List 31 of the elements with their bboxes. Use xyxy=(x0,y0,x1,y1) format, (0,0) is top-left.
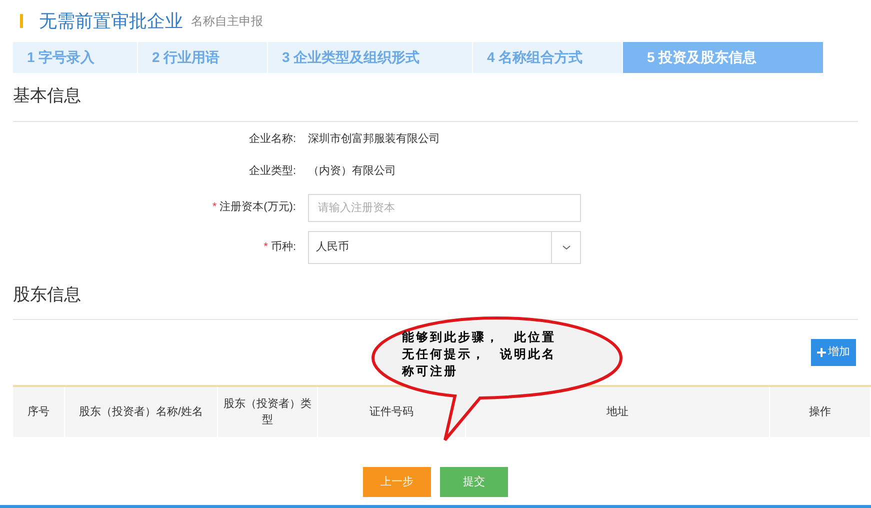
section-title: 股东信息 xyxy=(13,284,82,306)
field-label: 企业类型: xyxy=(248,165,296,178)
step-tab[interactable]: 1 字号录入 xyxy=(13,42,138,73)
callout-text: 能够到此步骤， 此位置无任何提示， 说明此名称可注册 xyxy=(402,329,557,380)
column-header: 序号 xyxy=(28,404,50,420)
page-subtitle: 名称自主申报 xyxy=(191,13,263,30)
field-label: 币种: xyxy=(270,241,296,254)
section-title: 基本信息 xyxy=(13,85,82,107)
step-tab[interactable]: 3 企业类型及组织形式 xyxy=(268,42,473,73)
column-header: 股东（投资者）类型 xyxy=(222,396,312,428)
field-label: 企业名称: xyxy=(248,133,296,146)
back-button[interactable]: 上一步 xyxy=(363,467,431,497)
field-value: 深圳市创富邦服装有限公司 xyxy=(308,132,440,148)
select-field[interactable]: 人民币 xyxy=(308,231,581,264)
column-header: 证件号码 xyxy=(370,404,414,420)
input-field[interactable]: 请输入注册资本 xyxy=(308,194,581,222)
add-button[interactable]: 增加 xyxy=(811,339,856,366)
submit-button[interactable]: 提交 xyxy=(440,467,508,497)
column-header: 操作 xyxy=(809,404,831,420)
chevron-down-icon xyxy=(562,245,570,250)
column-header: 股东（投资者）名称/姓名 xyxy=(78,404,204,420)
column-header: 地址 xyxy=(606,404,628,420)
step-tab[interactable]: 5 投资及股东信息 xyxy=(623,42,823,73)
plus-icon xyxy=(817,348,826,357)
page-title: 无需前置审批企业 xyxy=(39,10,183,32)
field-value: （内资）有限公司 xyxy=(308,164,396,180)
step-tab[interactable]: 4 名称组合方式 xyxy=(473,42,623,73)
required-mark: * xyxy=(212,201,217,214)
step-tab[interactable]: 2 行业用语 xyxy=(138,42,268,73)
required-mark: * xyxy=(264,241,268,254)
field-label: 注册资本(万元): xyxy=(220,201,296,214)
